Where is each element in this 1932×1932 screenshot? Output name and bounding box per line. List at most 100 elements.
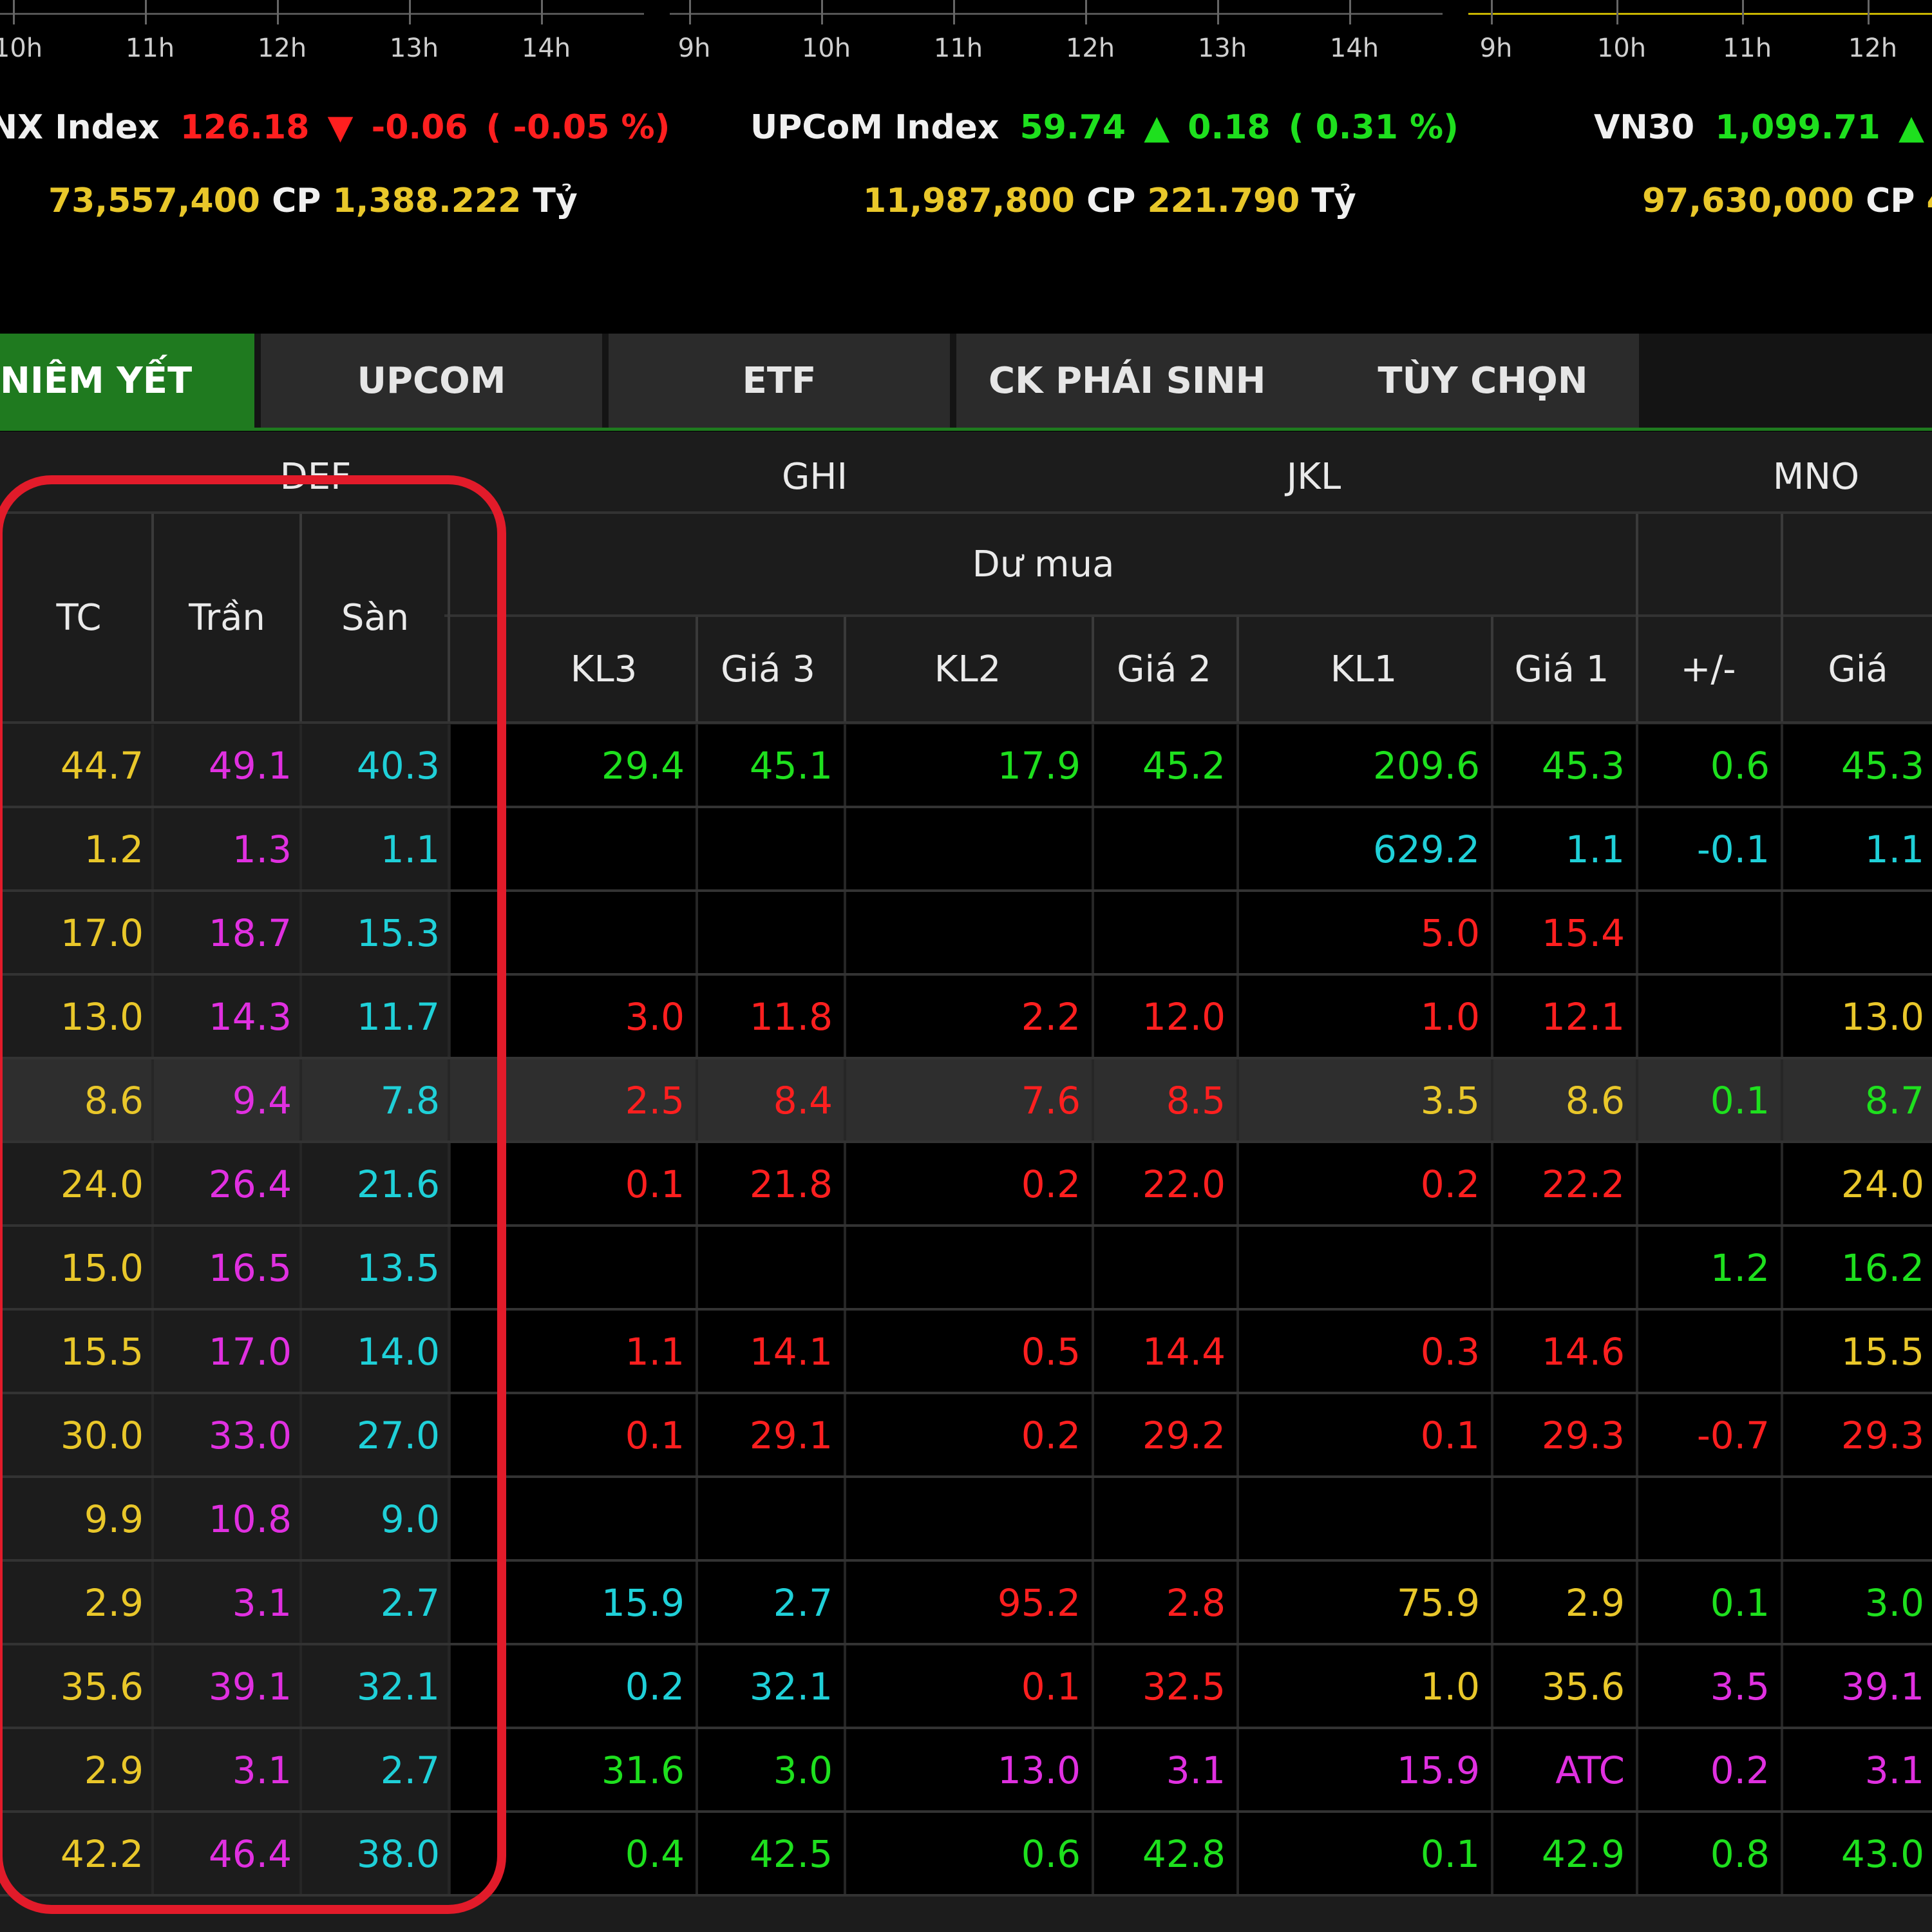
column-divider	[1491, 1311, 1493, 1392]
col-header-chg[interactable]: +/-	[1639, 617, 1777, 721]
tab-upcom[interactable]: UPCOM	[261, 334, 602, 428]
col-header-kl2[interactable]: KL2	[847, 617, 1088, 721]
column-divider	[1636, 1143, 1638, 1224]
cell-kl2: 0.2	[1021, 1414, 1081, 1457]
tab-underline	[0, 428, 1932, 431]
cell-gia: 29.3	[1841, 1414, 1924, 1457]
cell-kl2: 95.2	[997, 1581, 1081, 1625]
column-divider	[1236, 1059, 1239, 1141]
index-hnx[interactable]: HNX Index 126.18 ▼ -0.06 ( -0.05 %)	[0, 108, 670, 147]
axis-tick-label: 14h	[1329, 33, 1379, 63]
col-header-g2[interactable]: Giá 2	[1095, 617, 1233, 721]
cell-g3: 14.1	[749, 1330, 833, 1374]
cell-kl3: 29.4	[601, 744, 685, 788]
col-header-g3[interactable]: Giá 3	[696, 617, 840, 721]
axis-tick	[1217, 0, 1219, 24]
cell-g2: 3.1	[1166, 1748, 1226, 1792]
index-change-pct: ( 0.31 %)	[1288, 108, 1459, 147]
cell-g2: 45.2	[1142, 744, 1226, 788]
column-divider	[1781, 1143, 1783, 1224]
column-divider	[1781, 1059, 1783, 1141]
cell-kl2: 0.1	[1021, 1665, 1081, 1709]
column-divider	[696, 1227, 698, 1308]
cell-g2: 14.4	[1142, 1330, 1226, 1374]
cell-chg: -0.7	[1696, 1414, 1770, 1457]
column-divider	[1236, 808, 1239, 889]
cell-g1: 15.4	[1541, 911, 1625, 955]
tab-tuy-chon[interactable]: TÙY CHỌN	[1327, 334, 1639, 428]
cell-g2: 12.0	[1142, 995, 1226, 1039]
cell-g1: 22.2	[1541, 1162, 1625, 1206]
up-arrow-icon: ▲	[1898, 108, 1924, 147]
index-vn30[interactable]: VN30 1,099.71 ▲	[1594, 108, 1924, 147]
axis-tick	[953, 0, 955, 24]
column-divider	[1491, 1059, 1493, 1141]
column-divider	[1781, 1645, 1783, 1727]
column-divider	[1636, 1059, 1638, 1141]
col-header-gia[interactable]: Giá	[1784, 617, 1932, 721]
column-divider	[1636, 892, 1638, 973]
cell-chg: 0.1	[1710, 1079, 1770, 1122]
cell-kl1: 0.3	[1420, 1330, 1480, 1374]
axis-tick	[689, 0, 691, 24]
col-header-g1[interactable]: Giá 1	[1491, 617, 1633, 721]
column-divider	[844, 1059, 846, 1141]
column-divider	[844, 1729, 846, 1810]
column-divider	[1491, 1562, 1493, 1643]
column-divider	[696, 1813, 698, 1894]
axis-tick	[277, 0, 279, 24]
cell-g1: 45.3	[1541, 744, 1625, 788]
cell-kl3: 15.9	[601, 1581, 685, 1625]
axis-tick-label: 11h	[125, 33, 175, 63]
cell-chg: 1.2	[1710, 1246, 1770, 1290]
index-change: 0.18	[1188, 108, 1271, 147]
cell-g1: 12.1	[1541, 995, 1625, 1039]
column-divider	[1636, 808, 1638, 889]
index-upcom[interactable]: UPCoM Index 59.74 ▲ 0.18 ( 0.31 %)	[750, 108, 1459, 147]
cell-gia: 3.1	[1864, 1748, 1924, 1792]
column-divider	[1092, 892, 1094, 973]
index-value: 126.18	[180, 108, 310, 147]
cell-kl1: 0.2	[1420, 1162, 1480, 1206]
column-divider	[844, 1562, 846, 1643]
group-header-jkl: JKL	[1286, 455, 1341, 498]
cell-g3: 32.1	[749, 1665, 833, 1709]
cell-kl3: 0.1	[625, 1162, 685, 1206]
column-divider	[696, 617, 698, 721]
column-divider	[844, 808, 846, 889]
axis-tick-label: 13h	[389, 33, 439, 63]
column-divider	[1236, 1227, 1239, 1308]
column-divider	[1781, 1562, 1783, 1643]
index-value: 59.74	[1019, 108, 1126, 147]
column-divider	[1491, 1729, 1493, 1810]
tab-etf[interactable]: ETF	[609, 334, 950, 428]
col-header-kl3[interactable]: KL3	[515, 617, 692, 721]
column-divider	[1092, 1143, 1094, 1224]
axis-tick-label: 12h	[257, 33, 307, 63]
cell-gia: 1.1	[1864, 828, 1924, 871]
tab-niem-yet[interactable]: NIÊM YẾT	[0, 334, 254, 428]
axis-tick	[1742, 0, 1744, 24]
column-divider	[1092, 617, 1094, 721]
cell-g1: 1.1	[1565, 828, 1625, 871]
column-divider	[1781, 1478, 1783, 1559]
column-divider	[1236, 1562, 1239, 1643]
column-divider	[1781, 514, 1783, 721]
col-header-kl1[interactable]: KL1	[1240, 617, 1488, 721]
market-tabs: NIÊM YẾT UPCOM ETF CK PHÁI SINH TÙY CHỌN	[0, 334, 1932, 430]
cell-kl2: 13.0	[997, 1748, 1081, 1792]
column-divider	[1781, 1311, 1783, 1392]
column-divider	[1491, 808, 1493, 889]
column-divider	[1092, 724, 1094, 806]
column-divider	[1636, 1478, 1638, 1559]
column-divider	[696, 1394, 698, 1475]
column-divider	[1092, 808, 1094, 889]
axis-tick-label: 12h	[1065, 33, 1115, 63]
column-divider	[1781, 1227, 1783, 1308]
column-divider	[1636, 1227, 1638, 1308]
cell-g2: 42.8	[1142, 1832, 1226, 1876]
column-divider	[1636, 976, 1638, 1057]
column-divider	[844, 1645, 846, 1727]
column-divider	[1236, 1478, 1239, 1559]
axis-tick-label: 10h	[1596, 33, 1647, 63]
